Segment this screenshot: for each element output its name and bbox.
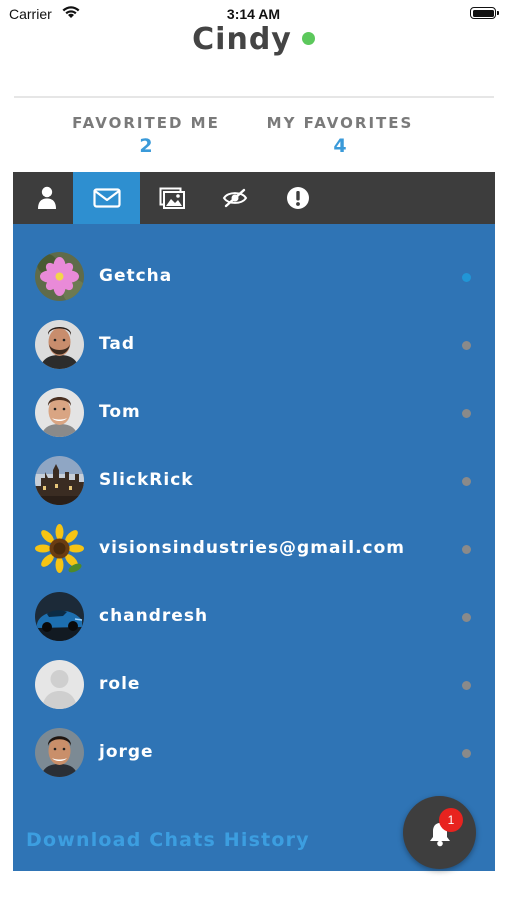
notifications-button[interactable] xyxy=(403,796,476,869)
favorited-me-count: 2 xyxy=(139,135,153,157)
photos-icon xyxy=(159,187,185,209)
tab-profile[interactable] xyxy=(13,172,80,224)
avatar-building xyxy=(35,456,84,505)
tab-hidden[interactable] xyxy=(201,172,268,224)
battery-icon xyxy=(470,7,499,19)
offline-status-dot xyxy=(462,613,471,622)
offline-status-dot xyxy=(462,341,471,350)
tab-photos[interactable] xyxy=(138,172,205,224)
default-avatar-icon xyxy=(35,660,84,709)
download-chats-history-link[interactable]: Download Chats History xyxy=(26,829,310,851)
chat-name: visionsindustries@gmail.com xyxy=(99,538,405,558)
chat-row[interactable]: chandresh xyxy=(13,584,495,652)
profile-title: Cindy xyxy=(0,22,507,57)
tab-messages[interactable] xyxy=(73,172,140,224)
offline-status-dot xyxy=(462,749,471,758)
chat-name: Getcha xyxy=(99,266,173,286)
offline-status-dot xyxy=(462,477,471,486)
online-status-dot xyxy=(462,273,471,282)
user-icon xyxy=(37,186,56,209)
avatar-man xyxy=(35,388,84,437)
offline-status-dot xyxy=(462,681,471,690)
chat-name: jorge xyxy=(99,742,154,762)
offline-status-dot xyxy=(462,409,471,418)
online-status-dot xyxy=(301,32,315,45)
eye-slash-icon xyxy=(222,188,247,208)
chat-row[interactable]: SlickRick xyxy=(13,448,495,516)
profile-name: Cindy xyxy=(192,22,292,57)
chat-name: role xyxy=(99,674,141,694)
chat-row[interactable]: visionsindustries@gmail.com xyxy=(13,516,495,584)
chat-name: SlickRick xyxy=(99,470,194,490)
header-divider xyxy=(14,96,494,98)
chat-row[interactable]: role xyxy=(13,652,495,720)
chat-row[interactable]: jorge xyxy=(13,720,495,788)
tab-bar xyxy=(13,172,495,224)
my-favorites-stat[interactable]: MY FAVORITES 4 xyxy=(262,114,418,157)
chat-list-panel: Getcha Tad Tom SlickRick visionsindustri… xyxy=(13,224,495,871)
alert-icon xyxy=(286,187,309,209)
offline-status-dot xyxy=(462,545,471,554)
avatar-flower xyxy=(35,252,84,301)
chat-name: chandresh xyxy=(99,606,209,626)
avatar-sunflower xyxy=(35,524,84,573)
avatar-man xyxy=(35,320,84,369)
chat-row[interactable]: Tad xyxy=(13,312,495,380)
chat-name: Tad xyxy=(99,334,136,354)
my-favorites-count: 4 xyxy=(333,135,347,157)
clock: 3:14 AM xyxy=(226,6,281,22)
tab-reports[interactable] xyxy=(264,172,331,224)
my-favorites-label: MY FAVORITES xyxy=(266,114,414,132)
notification-badge: 1 xyxy=(439,808,463,832)
avatar-car xyxy=(35,592,84,641)
chat-row[interactable]: Getcha xyxy=(13,244,495,312)
favorited-me-stat[interactable]: FAVORITED ME 2 xyxy=(66,114,226,157)
favorited-me-label: FAVORITED ME xyxy=(72,114,220,132)
chat-row[interactable]: Tom xyxy=(13,380,495,448)
avatar-man xyxy=(35,728,84,777)
chat-name: Tom xyxy=(99,402,141,422)
mail-icon xyxy=(92,188,121,208)
